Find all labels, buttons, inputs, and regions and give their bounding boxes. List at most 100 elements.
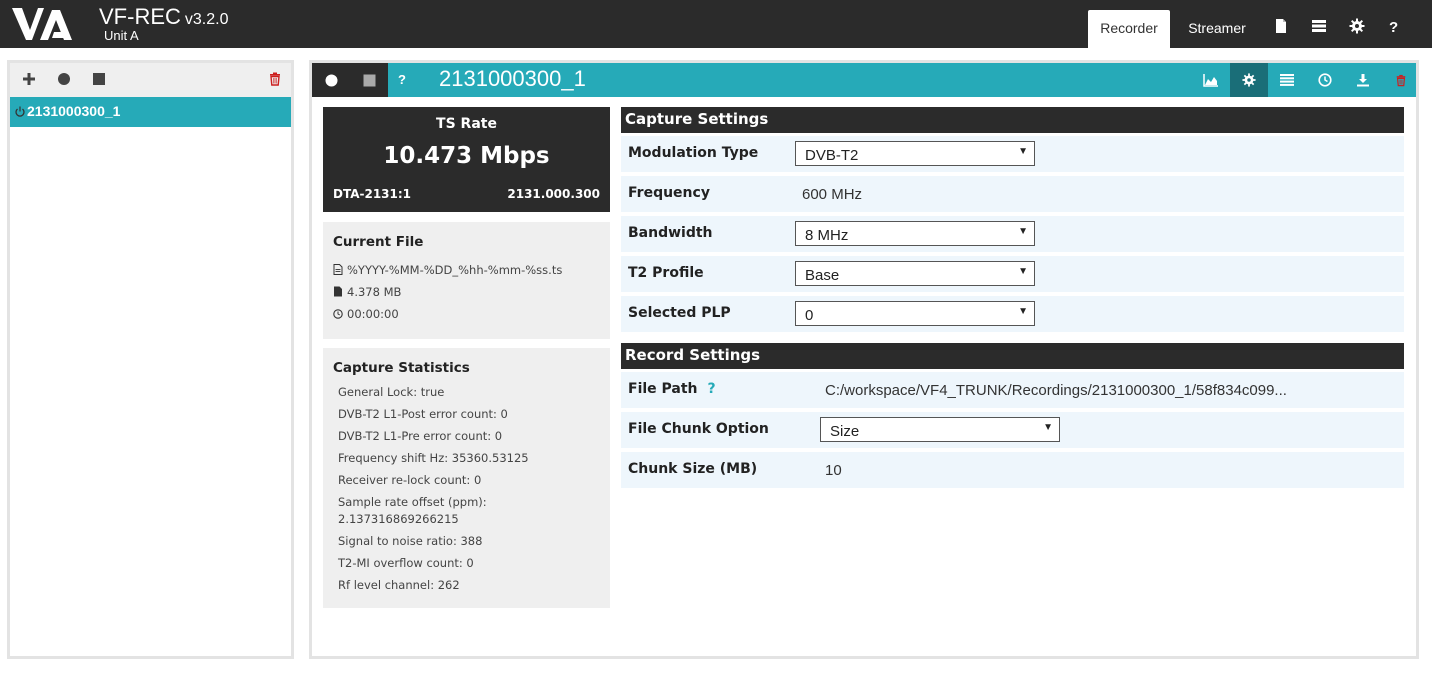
chunk-option-value: Size <box>830 423 860 440</box>
chart-button[interactable] <box>1192 63 1230 97</box>
plp-label: Selected PLP <box>628 305 731 321</box>
trash-icon <box>1396 74 1406 86</box>
schedule-button[interactable] <box>1306 63 1344 97</box>
chunk-option-row: File Chunk Option Size ▼ <box>621 412 1404 448</box>
app-name: VF-REC <box>99 4 181 29</box>
chart-icon <box>1203 74 1218 87</box>
unit-name: Unit A <box>104 28 139 43</box>
list-icon[interactable] <box>1311 18 1327 34</box>
gear-icon <box>1242 73 1256 87</box>
plp-select[interactable]: 0 ▼ <box>795 301 1035 326</box>
recorder-title: 2131000300_1 <box>439 66 586 91</box>
ts-rate-id: 2131.000.300 <box>507 187 600 201</box>
plp-row: Selected PLP 0 ▼ <box>621 296 1404 332</box>
file-icon[interactable] <box>1273 18 1289 34</box>
gear-icon[interactable] <box>1349 18 1365 34</box>
power-icon <box>15 106 25 117</box>
plp-value: 0 <box>805 307 814 324</box>
t2-profile-value: Base <box>805 267 840 284</box>
tab-recorder[interactable]: Recorder <box>1088 10 1170 48</box>
list-button[interactable] <box>1268 63 1306 97</box>
bandwidth-select[interactable]: 8 MHz ▼ <box>795 221 1035 246</box>
chevron-down-icon: ▼ <box>1018 226 1028 237</box>
stat-line: T2-MI overflow count: 0 <box>338 556 474 570</box>
chevron-down-icon: ▼ <box>1018 266 1028 277</box>
bandwidth-row: Bandwidth 8 MHz ▼ <box>621 216 1404 252</box>
file-pattern-text: %YYYY-%MM-%DD_%hh-%mm-%ss.ts <box>347 263 563 277</box>
current-file-size: 4.378 MB <box>333 285 401 299</box>
chunk-size-row: Chunk Size (MB) 10 <box>621 452 1404 488</box>
help-button[interactable]: ? <box>398 63 412 97</box>
stop-icon <box>363 74 375 86</box>
tab-streamer[interactable]: Streamer <box>1176 10 1258 48</box>
chevron-down-icon: ▼ <box>1018 146 1028 157</box>
modulation-row: Modulation Type DVB-T2 ▼ <box>621 136 1404 172</box>
chunk-size-label: Chunk Size (MB) <box>628 461 758 477</box>
stat-line: Rf level channel: 262 <box>338 578 460 592</box>
list-icon <box>1280 74 1294 86</box>
app-title: VF-REC v3.2.0 <box>99 4 228 30</box>
current-file-title: Current File <box>333 234 424 250</box>
capture-statistics-title: Capture Statistics <box>333 360 470 376</box>
chunk-option-label: File Chunk Option <box>628 421 769 437</box>
modulation-label: Modulation Type <box>628 145 759 161</box>
download-button[interactable] <box>1344 63 1382 97</box>
chevron-down-icon: ▼ <box>1043 422 1053 433</box>
app-version: v3.2.0 <box>184 11 229 28</box>
stat-line: 2.137316869266215 <box>338 512 459 526</box>
stop-button[interactable] <box>350 63 388 97</box>
file-text-icon <box>333 264 343 275</box>
add-icon[interactable] <box>22 72 36 86</box>
sidebar: 2131000300_1 <box>7 60 294 659</box>
settings-button[interactable] <box>1230 63 1268 97</box>
ts-rate-device: DTA-2131:1 <box>333 187 412 201</box>
modulation-select[interactable]: DVB-T2 ▼ <box>795 141 1035 166</box>
bandwidth-label: Bandwidth <box>628 225 713 241</box>
ts-rate-box: TS Rate 10.473 Mbps DTA-2131:1 2131.000.… <box>323 107 610 212</box>
stat-line: DVB-T2 L1-Post error count: 0 <box>338 407 508 421</box>
ts-rate-value: 10.473 Mbps <box>383 143 550 169</box>
main-panel: ? 2131000300_1 TS Rate 10.473 Mbps DTA-2… <box>309 60 1419 659</box>
stat-line: Frequency shift Hz: 35360.53125 <box>338 451 529 465</box>
recorder-header: ? 2131000300_1 <box>312 63 1416 97</box>
file-icon <box>334 286 342 297</box>
capture-settings-header: Capture Settings <box>621 107 1404 133</box>
stat-line: DVB-T2 L1-Pre error count: 0 <box>338 429 503 443</box>
download-icon <box>1357 74 1369 87</box>
chunk-size-value: 10 <box>825 462 842 479</box>
stat-line: Receiver re-lock count: 0 <box>338 473 482 487</box>
frequency-value: 600 MHz <box>802 186 863 203</box>
stat-line: Sample rate offset (ppm): <box>338 495 487 509</box>
logo-icon <box>12 8 72 40</box>
current-file-duration: 00:00:00 <box>333 307 399 321</box>
clock-icon <box>1318 73 1332 87</box>
top-header: VF-REC v3.2.0 Unit A Recorder Streamer ? <box>0 0 1432 48</box>
help-icon[interactable]: ? <box>1386 18 1402 34</box>
frequency-label: Frequency <box>628 185 710 201</box>
file-path-help-icon[interactable]: ? <box>708 381 716 397</box>
t2-profile-row: T2 Profile Base ▼ <box>621 256 1404 292</box>
file-path-value: C:/workspace/VF4_TRUNK/Recordings/213100… <box>825 382 1287 399</box>
current-file-panel: Current File %YYYY-%MM-%DD_%hh-%mm-%ss.t… <box>323 222 610 339</box>
frequency-row: Frequency 600 MHz <box>621 176 1404 212</box>
t2-profile-select[interactable]: Base ▼ <box>795 261 1035 286</box>
capture-statistics-panel: Capture Statistics General Lock: true DV… <box>323 348 610 608</box>
bandwidth-value: 8 MHz <box>805 227 849 244</box>
sidebar-item-recorder[interactable]: 2131000300_1 <box>10 97 291 127</box>
chunk-option-select[interactable]: Size ▼ <box>820 417 1060 442</box>
delete-button[interactable] <box>1382 63 1420 97</box>
ts-rate-label: TS Rate <box>436 116 497 132</box>
current-file-pattern: %YYYY-%MM-%DD_%hh-%mm-%ss.ts <box>333 263 562 277</box>
record-button[interactable] <box>312 63 350 97</box>
modulation-value: DVB-T2 <box>805 147 859 164</box>
record-icon <box>325 74 337 86</box>
stat-line: Signal to noise ratio: 388 <box>338 534 483 548</box>
file-size-text: 4.378 MB <box>347 285 402 299</box>
record-icon[interactable] <box>57 72 71 86</box>
stop-icon[interactable] <box>92 72 106 86</box>
file-path-row: File Path? C:/workspace/VF4_TRUNK/Record… <box>621 372 1404 408</box>
trash-icon[interactable] <box>268 72 282 86</box>
record-settings-header: Record Settings <box>621 343 1404 369</box>
file-duration-text: 00:00:00 <box>347 307 399 321</box>
file-path-label: File Path <box>628 381 698 397</box>
